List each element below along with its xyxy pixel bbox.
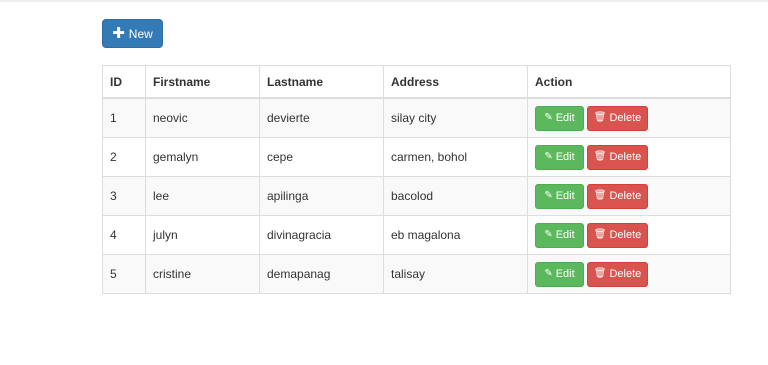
edit-label: Edit (555, 268, 575, 280)
cell-action: ✎ Edit 🗑 Delete (527, 215, 731, 255)
cell-lastname: apilinga (259, 176, 384, 216)
table-row: 3 lee apilinga bacolod ✎ Edit 🗑 Delete (102, 176, 731, 216)
action-group: ✎ Edit 🗑 Delete (535, 144, 723, 170)
delete-label: Delete (609, 229, 642, 241)
delete-button[interactable]: 🗑 Delete (587, 261, 648, 287)
edit-button[interactable]: ✎ Edit (535, 183, 584, 209)
delete-label: Delete (609, 151, 642, 163)
edit-button[interactable]: ✎ Edit (535, 144, 584, 170)
trash-icon: 🗑 (593, 151, 607, 162)
cell-address: eb magalona (383, 215, 528, 255)
trash-icon: 🗑 (593, 229, 607, 240)
edit-label: Edit (555, 112, 575, 124)
cell-id: 2 (102, 137, 146, 177)
edit-button[interactable]: ✎ Edit (535, 261, 584, 287)
new-button-label: New (128, 26, 153, 41)
delete-label: Delete (609, 268, 642, 280)
plus-icon: ✚ (112, 25, 125, 42)
header-firstname: Firstname (145, 65, 260, 99)
cell-address: talisay (383, 254, 528, 294)
trash-icon: 🗑 (593, 268, 607, 279)
action-group: ✎ Edit 🗑 Delete (535, 105, 723, 131)
edit-icon: ✎ (544, 229, 553, 240)
cell-firstname: julyn (145, 215, 260, 255)
edit-button[interactable]: ✎ Edit (535, 105, 584, 131)
header-lastname: Lastname (259, 65, 384, 99)
table-header-row: ID Firstname Lastname Address Action (102, 65, 731, 99)
cell-id: 3 (102, 176, 146, 216)
cell-action: ✎ Edit 🗑 Delete (527, 137, 731, 177)
trash-icon: 🗑 (593, 112, 607, 123)
cell-id: 5 (102, 254, 146, 294)
cell-address: bacolod (383, 176, 528, 216)
table-row: 5 cristine demapanag talisay ✎ Edit 🗑 Delete (102, 254, 731, 294)
header-action: Action (527, 65, 731, 99)
edit-label: Edit (555, 229, 575, 241)
cell-lastname: devierte (259, 97, 384, 138)
delete-button[interactable]: 🗑 Delete (587, 222, 648, 248)
table-row: 4 julyn divinagracia eb magalona ✎ Edit 🗑 Delet… (102, 215, 731, 255)
cell-firstname: cristine (145, 254, 260, 294)
records-table: ID Firstname Lastname Address Action 1 ne… (102, 65, 731, 294)
cell-action: ✎ Edit 🗑 Delete (527, 176, 731, 216)
top-divider (0, 0, 768, 2)
edit-label: Edit (555, 190, 575, 202)
trash-icon: 🗑 (593, 190, 607, 201)
edit-label: Edit (555, 151, 575, 163)
edit-icon: ✎ (544, 268, 553, 279)
delete-button[interactable]: 🗑 Delete (587, 105, 648, 131)
cell-action: ✎ Edit 🗑 Delete (527, 254, 731, 294)
cell-address: carmen, bohol (383, 137, 528, 177)
cell-lastname: cepe (259, 137, 384, 177)
cell-firstname: lee (145, 176, 260, 216)
delete-button[interactable]: 🗑 Delete (587, 183, 648, 209)
new-button[interactable]: ✚ New (102, 19, 163, 48)
table-row: 1 neovic devierte silay city ✎ Edit 🗑 Delete (102, 97, 731, 138)
cell-firstname: gemalyn (145, 137, 260, 177)
header-id: ID (102, 65, 146, 99)
cell-id: 4 (102, 215, 146, 255)
cell-firstname: neovic (145, 97, 260, 138)
edit-icon: ✎ (544, 151, 553, 162)
cell-lastname: divinagracia (259, 215, 384, 255)
cell-address: silay city (383, 97, 528, 138)
cell-action: ✎ Edit 🗑 Delete (527, 97, 731, 138)
header-address: Address (383, 65, 528, 99)
edit-icon: ✎ (544, 112, 553, 123)
edit-icon: ✎ (544, 190, 553, 201)
action-group: ✎ Edit 🗑 Delete (535, 183, 723, 209)
delete-label: Delete (609, 190, 642, 202)
action-group: ✎ Edit 🗑 Delete (535, 261, 723, 287)
cell-id: 1 (102, 97, 146, 138)
action-group: ✎ Edit 🗑 Delete (535, 222, 723, 248)
delete-label: Delete (609, 112, 642, 124)
cell-lastname: demapanag (259, 254, 384, 294)
edit-button[interactable]: ✎ Edit (535, 222, 584, 248)
table-row: 2 gemalyn cepe carmen, bohol ✎ Edit 🗑 Delete (102, 137, 731, 177)
delete-button[interactable]: 🗑 Delete (587, 144, 648, 170)
